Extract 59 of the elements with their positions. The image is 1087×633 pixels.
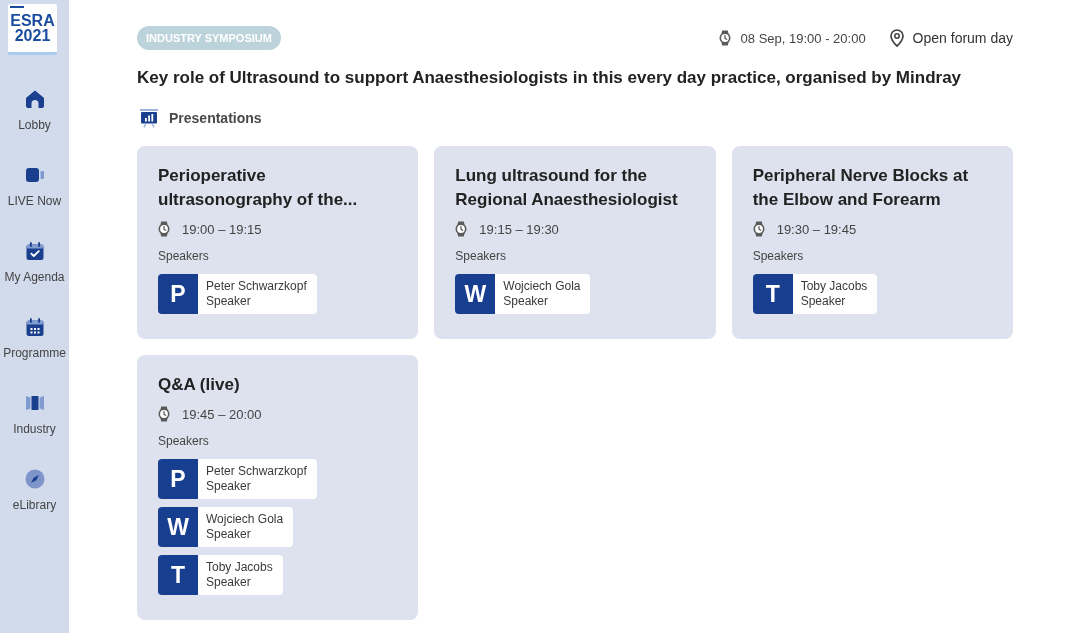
avatar: P bbox=[158, 274, 198, 314]
speaker-role: Speaker bbox=[206, 294, 252, 309]
section-heading: Presentations bbox=[169, 110, 262, 126]
avatar: W bbox=[158, 507, 198, 547]
speakers-label: Speakers bbox=[158, 434, 210, 449]
nav-item[interactable]: eLibrary bbox=[0, 451, 69, 527]
watch-icon bbox=[718, 30, 731, 46]
location-pin-icon bbox=[889, 29, 904, 47]
watch-icon bbox=[158, 221, 170, 237]
time-range: 19:45 – 20:00 bbox=[182, 406, 262, 422]
presentation-title: Q&A (live) bbox=[158, 374, 241, 396]
house-icon bbox=[24, 89, 45, 109]
speaker-role: Speaker bbox=[206, 575, 252, 590]
session-time: 08 Sep, 19:00 - 20:00 bbox=[740, 30, 866, 46]
presentation-card[interactable]: Lung ultrasound for the Regional Anaesthesiologist 19:15 – 19:30 Speakers W Wojciech Gola Speaker bbox=[434, 146, 716, 339]
nav-item[interactable]: My Agenda bbox=[0, 223, 69, 299]
calendar-check-icon bbox=[24, 241, 45, 261]
speaker-name: Wojciech Gola bbox=[503, 279, 581, 294]
speaker-name: Wojciech Gola bbox=[206, 512, 284, 527]
speaker-role: Speaker bbox=[206, 479, 252, 494]
watch-icon bbox=[158, 406, 170, 422]
presentation-card[interactable]: Perioperative ultrasonography of the... 19:00 – 19:15 Speakers P Peter Schwarzkopf Speaker bbox=[137, 146, 419, 339]
nav-item[interactable]: Industry bbox=[0, 375, 69, 451]
presentation-board-icon bbox=[140, 108, 158, 128]
compass-icon bbox=[24, 469, 45, 489]
presentation-title: Perioperative ultrasonography of the... bbox=[158, 165, 359, 211]
speaker-name: Toby Jacobs bbox=[206, 560, 273, 575]
nav-item[interactable]: LIVE Now bbox=[0, 147, 69, 223]
speaker-name: Peter Schwarzkopf bbox=[206, 279, 307, 294]
speakers-label: Speakers bbox=[158, 249, 210, 264]
session-title: Key role of Ultrasound to support Anaesthesiologists in this every day practice, organised by Mindray bbox=[137, 67, 963, 89]
speaker-role: Speaker bbox=[206, 527, 252, 542]
time-range: 19:15 – 19:30 bbox=[479, 221, 559, 237]
avatar: P bbox=[158, 459, 198, 499]
video-camera-icon bbox=[24, 165, 45, 185]
nav-item[interactable]: Lobby bbox=[0, 71, 69, 147]
panels-icon bbox=[24, 393, 45, 413]
logo-text: ESRA 2021 bbox=[9, 13, 56, 43]
presentation-card[interactable]: Q&A (live) 19:45 – 20:00 Speakers P Peter Schwarzkopf Speaker W Wojciech Gola Speaker T Toby Jacobs Speaker bbox=[137, 355, 419, 620]
speakers-label: Speakers bbox=[455, 249, 508, 264]
speaker-role: Speaker bbox=[503, 294, 550, 309]
time-range: 19:30 – 19:45 bbox=[776, 221, 857, 237]
watch-icon bbox=[752, 221, 765, 237]
speaker-role: Speaker bbox=[800, 294, 847, 309]
avatar: W bbox=[455, 274, 496, 314]
speakers-label: Speakers bbox=[752, 249, 805, 264]
session-location: Open forum day bbox=[912, 30, 1013, 46]
watch-icon bbox=[455, 221, 468, 237]
calendar-icon bbox=[24, 317, 45, 337]
avatar: T bbox=[752, 274, 793, 314]
nav-item[interactable]: Programme bbox=[0, 299, 69, 375]
speaker-name: Peter Schwarzkopf bbox=[206, 464, 307, 479]
avatar: T bbox=[158, 555, 198, 595]
presentation-title: Lung ultrasound for the Regional Anaesthesiologist bbox=[455, 165, 679, 211]
category-badge: INDUSTRY SYMPOSIUM bbox=[137, 26, 281, 50]
presentation-card[interactable]: Peripheral Nerve Blocks at the Elbow and Forearm 19:30 – 19:45 Speakers T Toby Jacobs Speaker bbox=[731, 146, 1013, 339]
time-range: 19:00 – 19:15 bbox=[182, 221, 262, 237]
presentation-title: Peripheral Nerve Blocks at the Elbow and Forearm bbox=[752, 165, 970, 211]
speaker-name: Toby Jacobs bbox=[800, 279, 868, 294]
